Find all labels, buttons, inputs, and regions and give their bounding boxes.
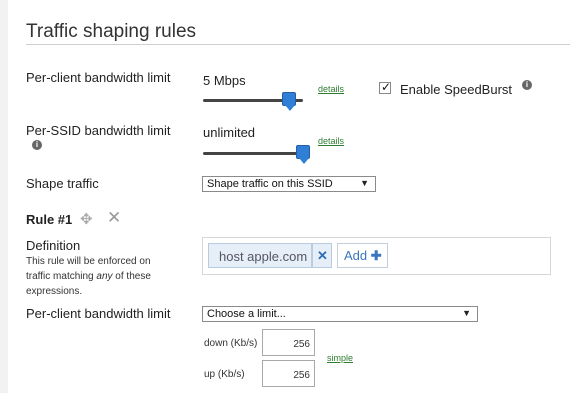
rule-limit-select[interactable]: Choose a limit... ▼ bbox=[202, 306, 478, 322]
per-ssid-value: unlimited bbox=[203, 125, 256, 140]
definition-help-line-2: traffic matching any of these bbox=[26, 271, 151, 282]
down-label: down (Kb/s) bbox=[204, 338, 258, 349]
per-client-slider-thumb[interactable] bbox=[282, 92, 296, 111]
add-button[interactable]: Add ✚ bbox=[337, 243, 388, 268]
down-input[interactable]: 256 bbox=[262, 329, 315, 356]
section-title: Traffic shaping rules bbox=[26, 21, 197, 42]
up-input[interactable]: 256 bbox=[262, 360, 315, 387]
plus-icon: ✚ bbox=[370, 248, 382, 263]
per-ssid-label: Per-SSID bandwidth limit bbox=[26, 123, 171, 138]
shape-traffic-label: Shape traffic bbox=[26, 176, 99, 191]
simple-link[interactable]: simple bbox=[327, 353, 353, 363]
close-icon[interactable]: ✕ bbox=[107, 208, 121, 228]
rule-title: Rule #1 bbox=[26, 212, 73, 227]
chevron-down-icon: ▼ bbox=[462, 308, 471, 318]
definition-label: Definition bbox=[26, 238, 81, 253]
per-ssid-slider-thumb[interactable] bbox=[296, 145, 310, 164]
speedburst-label: Enable SpeedBurst bbox=[400, 82, 513, 97]
speedburst-checkbox[interactable]: ✓ bbox=[379, 80, 392, 94]
rule-limit-selected: Choose a limit... bbox=[207, 308, 286, 320]
move-icon[interactable]: ✥ bbox=[80, 210, 93, 228]
per-client-value: 5 Mbps bbox=[203, 73, 246, 88]
title-divider bbox=[26, 44, 570, 45]
up-label: up (Kb/s) bbox=[204, 369, 245, 380]
per-client-label: Per-client bandwidth limit bbox=[26, 70, 171, 85]
rule-limit-label: Per-client bandwidth limit bbox=[26, 306, 171, 321]
close-icon[interactable]: ✕ bbox=[312, 243, 332, 268]
per-ssid-slider-track[interactable] bbox=[203, 152, 303, 155]
chevron-down-icon: ▼ bbox=[360, 178, 369, 188]
definition-help-line-3: expressions. bbox=[26, 286, 83, 297]
shape-traffic-select[interactable]: Shape traffic on this SSID ▼ bbox=[202, 176, 376, 192]
shape-traffic-selected: Shape traffic on this SSID bbox=[207, 178, 333, 190]
info-icon[interactable]: i bbox=[32, 140, 42, 150]
per-client-details-link[interactable]: details bbox=[318, 84, 344, 94]
per-ssid-details-link[interactable]: details bbox=[318, 136, 344, 146]
info-icon[interactable]: i bbox=[522, 80, 532, 90]
checkmark-icon: ✓ bbox=[381, 80, 392, 94]
definition-help-line-1: This rule will be enforced on bbox=[26, 256, 151, 267]
expression-chip: host apple.com bbox=[208, 243, 312, 268]
